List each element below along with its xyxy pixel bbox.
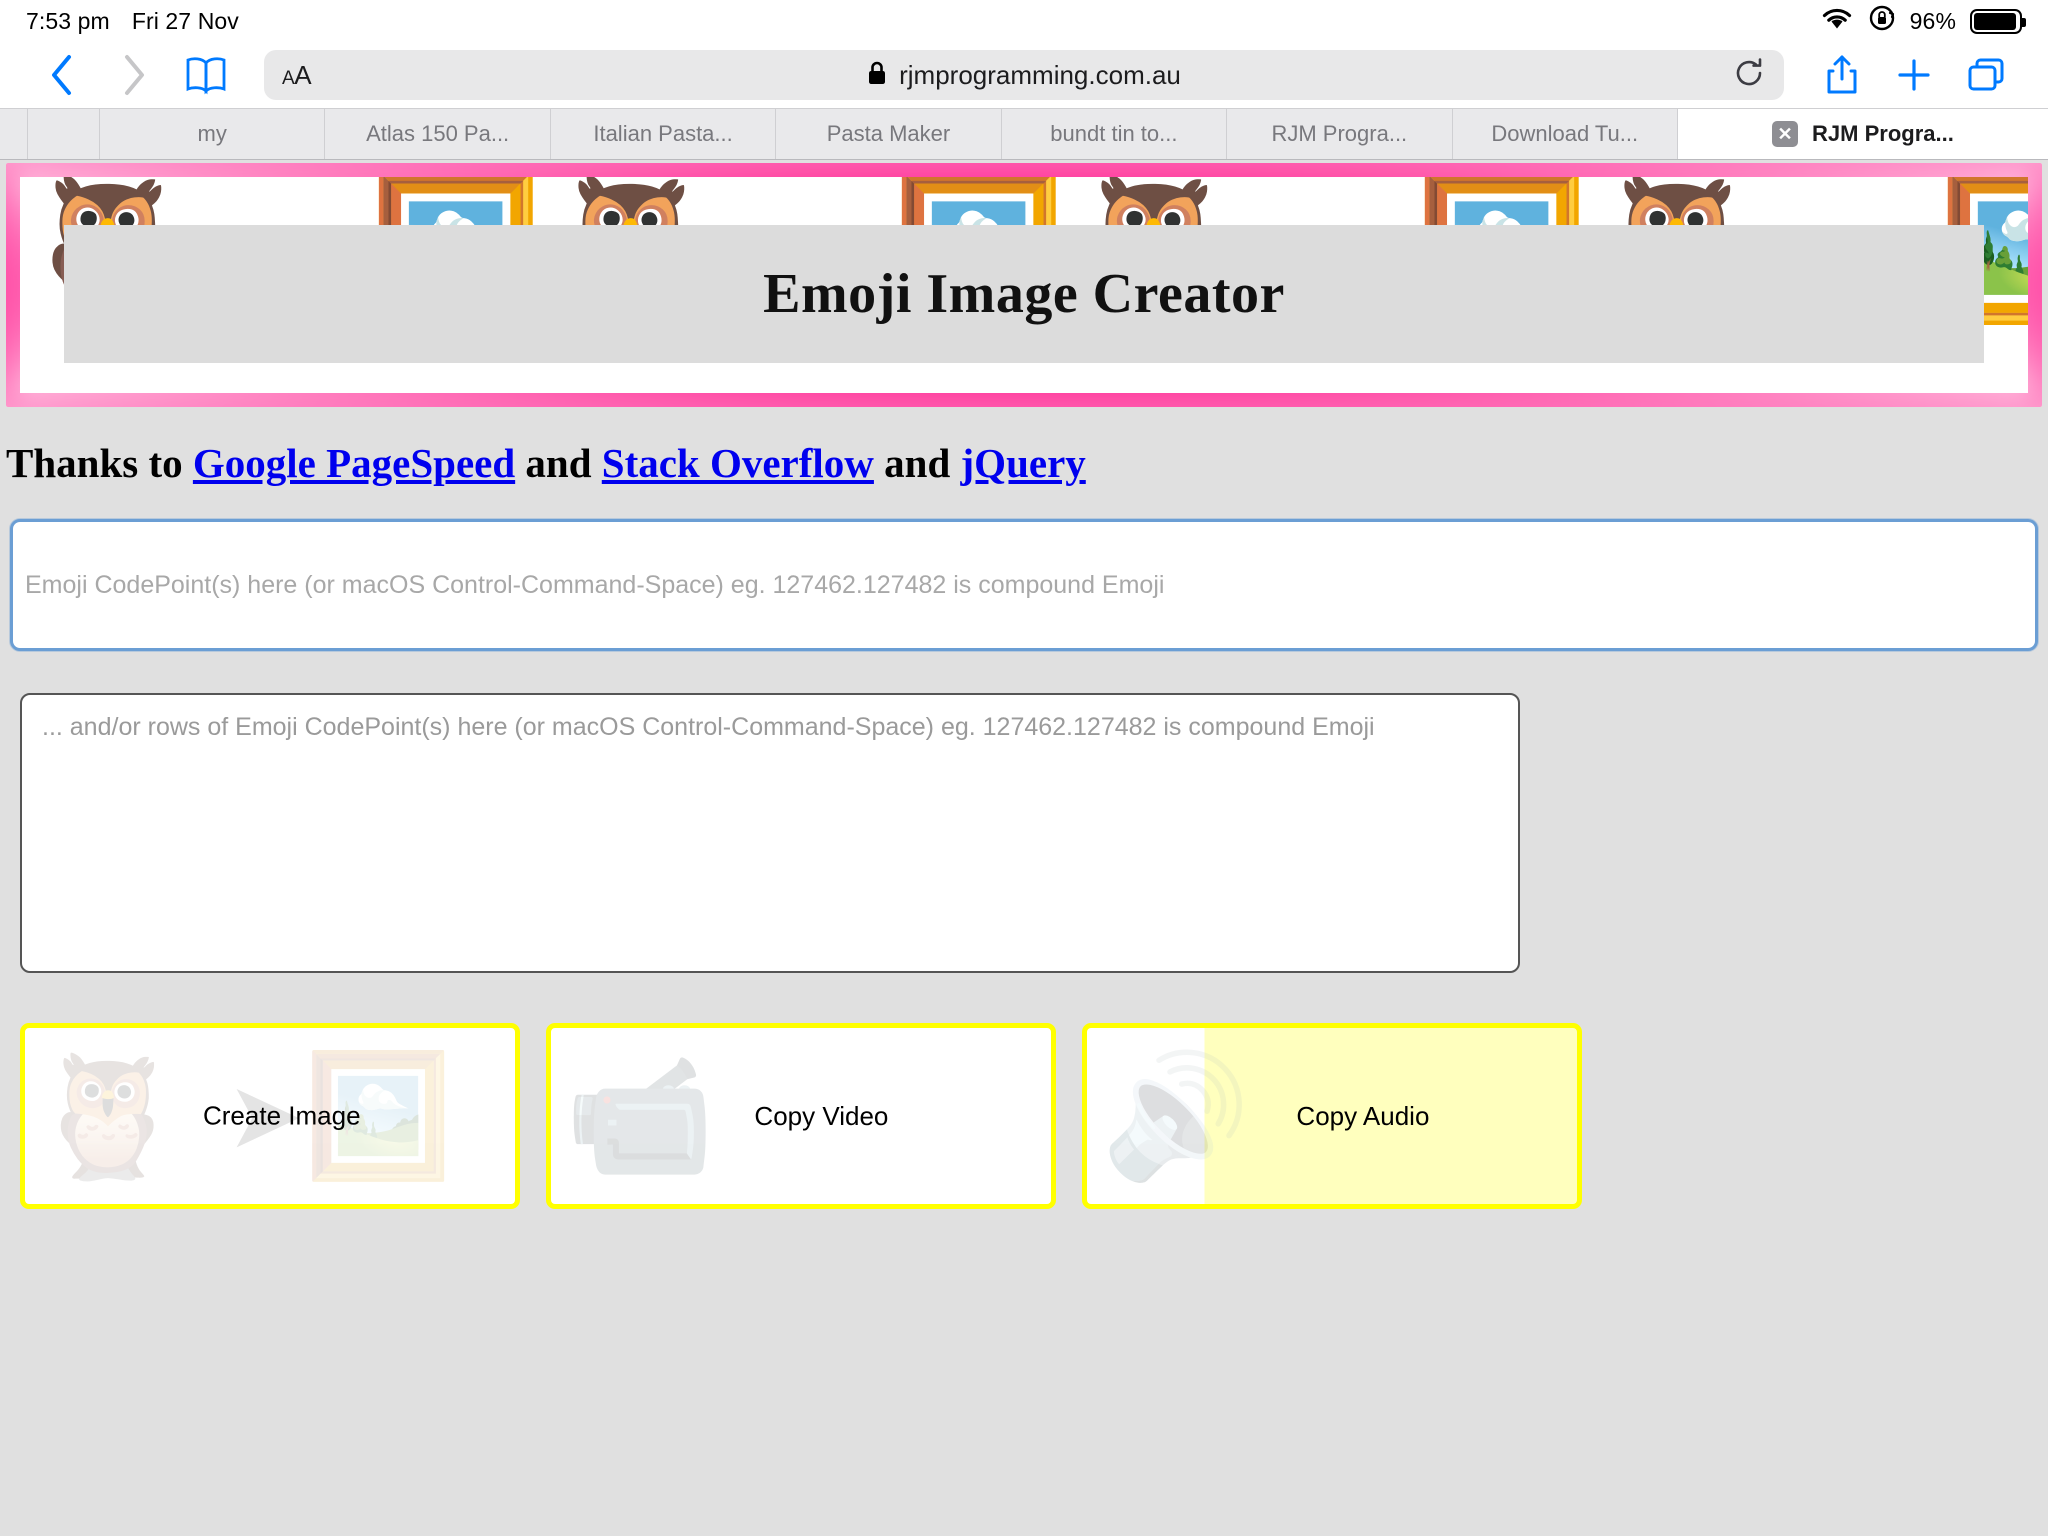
tab-item-download-tu[interactable]: Download Tu... <box>1452 109 1678 159</box>
emoji-codepoint-input[interactable]: Emoji CodePoint(s) here (or macOS Contro… <box>10 519 2038 651</box>
link-google-pagespeed[interactable]: Google PageSpeed <box>193 440 515 486</box>
thanks-prefix: Thanks to <box>6 440 193 486</box>
status-bar-left: 7:53 pm Fri 27 Nov <box>26 8 239 35</box>
text-size-button[interactable]: AA <box>282 60 312 91</box>
copy-video-button[interactable]: 📹 Copy Video <box>546 1023 1056 1209</box>
tab-item-atlas[interactable]: Atlas 150 Pa... <box>325 109 551 159</box>
tab-item-0[interactable] <box>28 109 100 159</box>
tab-label: Italian Pasta... <box>593 121 733 146</box>
action-button-row: 🦉 ➤ 🖼️ Create Image 📹 Copy Video 🔊 Copy … <box>0 973 2048 1209</box>
create-image-button-label: Create Image <box>203 1100 361 1131</box>
wifi-icon <box>1820 5 1854 38</box>
copy-audio-button[interactable]: 🔊 Copy Audio <box>1082 1023 1582 1209</box>
share-button[interactable] <box>1806 45 1878 105</box>
tab-label: Atlas 150 Pa... <box>366 121 510 146</box>
url-bar[interactable]: AA rjmprogramming.com.au <box>264 50 1784 100</box>
tab-label: Download Tu... <box>1491 121 1639 146</box>
banner-glow-frame: 🦉 ➖ 🖼️ 🦉 ➖ 🖼️ 🦉 ➖ 🖼️ 🦉 ➖ 🖼️ Emoji Image … <box>6 163 2042 407</box>
battery-icon <box>1970 8 2026 34</box>
banner: 🦉 ➖ 🖼️ 🦉 ➖ 🖼️ 🦉 ➖ 🖼️ 🦉 ➖ 🖼️ Emoji Image … <box>20 177 2028 393</box>
emoji-codepoint-input-placeholder: Emoji CodePoint(s) here (or macOS Contro… <box>25 570 1165 599</box>
tab-label: Pasta Maker <box>826 121 951 146</box>
close-icon[interactable]: ✕ <box>1772 121 1799 147</box>
create-image-button[interactable]: 🦉 ➤ 🖼️ Create Image <box>20 1023 520 1209</box>
status-bar-right: 96% <box>1820 4 2026 39</box>
status-date: Fri 27 Nov <box>131 7 239 34</box>
back-button[interactable] <box>26 45 98 105</box>
forward-button[interactable] <box>98 45 170 105</box>
battery-percent: 96% <box>1909 7 1956 34</box>
tab-item-pasta-maker[interactable]: Pasta Maker <box>776 109 1002 159</box>
tab-strip-edge[interactable] <box>0 109 28 159</box>
copy-video-button-label: Copy Video <box>754 1100 889 1131</box>
emoji-codepoint-textarea-placeholder: ... and/or rows of Emoji CodePoint(s) he… <box>42 713 1375 741</box>
thanks-line: Thanks to Google PageSpeed and Stack Ove… <box>0 407 2048 487</box>
page-title: Emoji Image Creator <box>64 225 1984 363</box>
tab-label: RJM Progra... <box>1271 121 1408 146</box>
reload-button[interactable] <box>1732 56 1766 95</box>
url-text: rjmprogramming.com.au <box>899 59 1181 90</box>
link-stack-overflow[interactable]: Stack Overflow <box>602 440 874 486</box>
tab-item-italian-pasta[interactable]: Italian Pasta... <box>550 109 777 159</box>
copy-audio-button-label: Copy Audio <box>1296 1100 1430 1131</box>
link-jquery[interactable]: jQuery <box>961 440 1086 486</box>
tab-item-bundt-tin[interactable]: bundt tin to... <box>1001 109 1228 159</box>
video-camera-icon: 📹 <box>565 1049 715 1183</box>
tab-item-rjm-programming[interactable]: RJM Progra... <box>1227 109 1453 159</box>
page-content: 🦉 ➖ 🖼️ 🦉 ➖ 🖼️ 🦉 ➖ 🖼️ 🦉 ➖ 🖼️ Emoji Image … <box>0 160 2048 1536</box>
url-display: rjmprogramming.com.au <box>264 60 1784 91</box>
status-time: 7:53 pm <box>26 7 110 34</box>
browser-toolbar: AA rjmprogramming.com.au <box>0 42 2048 108</box>
bookmarks-button[interactable] <box>170 45 242 105</box>
thanks-sep-2: and <box>873 440 961 486</box>
owl-icon: 🦉 <box>33 1049 183 1183</box>
tab-label: RJM Progra... <box>1812 121 1954 146</box>
thanks-sep-1: and <box>515 440 602 486</box>
speaker-icon: 🔊 <box>1101 1049 1251 1183</box>
tab-bar: my Atlas 150 Pa... Italian Pasta... Past… <box>0 108 2048 160</box>
lock-icon <box>867 60 887 91</box>
emoji-codepoint-textarea[interactable]: ... and/or rows of Emoji CodePoint(s) he… <box>20 693 1520 973</box>
status-bar: 7:53 pm Fri 27 Nov 96% <box>0 0 2048 42</box>
rotation-lock-icon <box>1868 4 1896 39</box>
tab-item-my[interactable]: my <box>100 109 326 159</box>
tab-label: my <box>197 121 227 146</box>
new-tab-button[interactable] <box>1878 45 1950 105</box>
tab-label: bundt tin to... <box>1050 121 1178 146</box>
tab-item-active-rjm[interactable]: ✕ RJM Progra... <box>1677 109 2048 159</box>
tabs-button[interactable] <box>1950 45 2022 105</box>
